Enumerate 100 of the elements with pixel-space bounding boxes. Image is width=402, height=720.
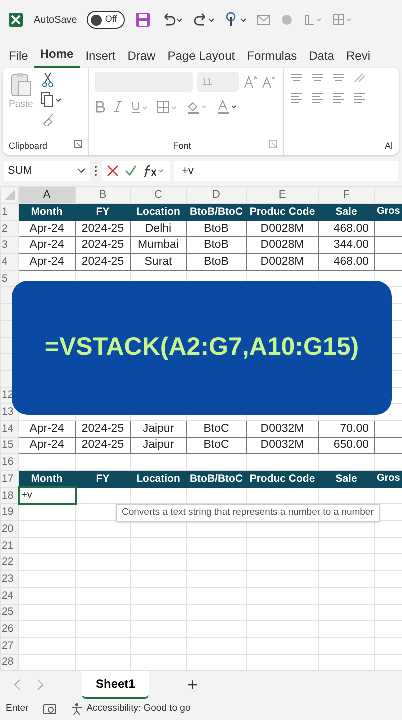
ribbon-tab[interactable]: Formulas: [241, 44, 304, 68]
cancel-icon[interactable]: [107, 165, 119, 177]
ribbon-tab[interactable]: Draw: [122, 44, 162, 68]
column-header[interactable]: B: [76, 186, 130, 204]
table-cell: D0028M: [246, 220, 318, 237]
table-cell: Apr-24: [18, 420, 76, 438]
autosave-toggle[interactable]: Off: [87, 11, 126, 29]
grid-icon[interactable]: [333, 13, 354, 27]
select-all-icon[interactable]: [4, 190, 14, 200]
orientation-icon[interactable]: [353, 72, 368, 84]
row-number: 14: [0, 420, 18, 438]
row-number: 22: [0, 554, 18, 571]
launcher-icon[interactable]: [74, 140, 82, 148]
table-cell: 2024-25: [76, 437, 130, 454]
table-cell: 468.00: [318, 254, 374, 270]
row-number: 25: [0, 604, 18, 621]
row-number: 17: [0, 470, 18, 488]
column-heading: Month: [18, 204, 76, 220]
paste-label: Paste: [9, 98, 34, 112]
row-number: 19: [0, 504, 18, 521]
table-cell: D0032M: [246, 437, 318, 454]
table-cell: 468.00: [318, 220, 374, 237]
row-number: 26: [0, 620, 18, 638]
accessibility-icon[interactable]: [70, 703, 83, 715]
table-cell: 650.00: [318, 437, 374, 454]
table-cell: Apr-24: [18, 236, 76, 254]
function-icon[interactable]: [143, 164, 165, 178]
next-sheet-icon[interactable]: [36, 679, 44, 691]
previous-sheet-icon[interactable]: [14, 679, 22, 691]
group-label: Clipboard: [9, 140, 48, 153]
top-align-icon[interactable]: [290, 72, 304, 84]
save-icon[interactable]: [135, 12, 152, 28]
row-number: 27: [0, 637, 18, 654]
table-cell: BtoB: [186, 220, 246, 237]
table-cell: Jaipur: [130, 420, 186, 438]
row-number: 23: [0, 570, 18, 588]
italic-icon[interactable]: [113, 101, 124, 113]
column-header[interactable]: D: [186, 186, 246, 204]
copy-icon[interactable]: [41, 92, 64, 108]
table-cell: D0032M: [246, 420, 318, 438]
formula-field[interactable]: +v: [174, 161, 398, 181]
accessibility-status[interactable]: Accessibility: Good to go: [86, 702, 191, 716]
column-heading: FY: [76, 204, 130, 220]
table-cell: BtoC: [186, 420, 246, 438]
column-heading: Produc Code: [246, 470, 318, 488]
more-icon[interactable]: [94, 165, 98, 177]
align-right-icon[interactable]: [332, 92, 346, 104]
ribbon-tab[interactable]: Revi: [340, 44, 376, 68]
underline-icon[interactable]: [131, 100, 150, 114]
row-number: 2: [0, 220, 18, 237]
ribbon-tab[interactable]: Page Layout: [162, 44, 242, 68]
column-heading: Location: [130, 470, 186, 488]
group-label: Al: [385, 140, 394, 150]
increase-font-icon[interactable]: [243, 75, 258, 89]
row-number: 1: [0, 204, 18, 220]
bottom-align-icon[interactable]: [332, 72, 346, 84]
table-cell: D0028M: [246, 236, 318, 254]
column-header[interactable]: C: [130, 186, 186, 204]
align-center-icon[interactable]: [311, 92, 324, 104]
cut-icon[interactable]: [41, 72, 56, 88]
column-header[interactable]: A: [18, 186, 76, 204]
ribbon-tab[interactable]: Insert: [80, 44, 122, 68]
table-cell: 2024-25: [76, 420, 130, 438]
name-box-text: SUM: [8, 164, 32, 179]
row-number: 15: [0, 437, 18, 454]
borders-icon[interactable]: [157, 100, 180, 114]
align-left-icon[interactable]: [290, 92, 304, 104]
name-box[interactable]: SUM: [4, 161, 90, 181]
dropdown-icon[interactable]: [77, 168, 86, 174]
fill-color-icon[interactable]: [187, 100, 210, 114]
paste-icon[interactable]: [9, 72, 34, 98]
circle-icon[interactable]: [281, 14, 294, 26]
autosave-label: AutoSave: [34, 14, 78, 28]
launcher-icon[interactable]: [269, 140, 278, 148]
font-color-icon[interactable]: [217, 100, 240, 114]
ribbon-tab[interactable]: Data: [303, 44, 340, 68]
column-header[interactable]: E: [246, 186, 318, 204]
middle-align-icon[interactable]: [311, 72, 324, 84]
table-cell: 2024-25: [76, 220, 130, 237]
column-heading: Sale: [318, 470, 374, 488]
add-sheet-button[interactable]: +: [187, 672, 198, 698]
redo-icon[interactable]: [193, 13, 216, 27]
format-painter-icon[interactable]: [41, 112, 56, 126]
indent-icon[interactable]: [353, 92, 366, 104]
bold-icon[interactable]: [95, 101, 106, 113]
row-number: 21: [0, 537, 18, 554]
active-cell[interactable]: +v: [18, 487, 76, 504]
mail-icon[interactable]: [257, 14, 272, 26]
camera-icon[interactable]: [42, 703, 57, 715]
column-header[interactable]: F: [318, 186, 374, 204]
table-cell: Mumbai: [130, 236, 186, 254]
decrease-font-icon[interactable]: [261, 75, 276, 89]
column-heading: BtoB/BtoC: [186, 470, 246, 488]
sheet-tab[interactable]: Sheet1: [82, 671, 150, 699]
row-number: 3: [0, 236, 18, 254]
ribbon-tab[interactable]: File: [3, 44, 34, 68]
enter-icon[interactable]: [125, 165, 137, 177]
table-cell: BtoB: [186, 254, 246, 270]
table-cell: BtoC: [186, 437, 246, 454]
table-cell: D0028M: [246, 254, 318, 270]
